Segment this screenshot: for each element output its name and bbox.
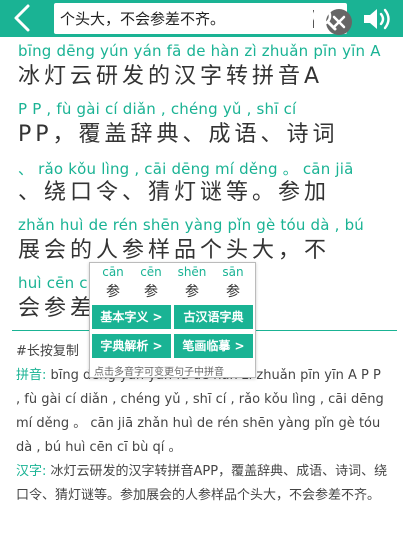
basic-meaning-button[interactable]: 基本字义 > [92, 305, 171, 329]
pinyin-line: bīng dēng yún yán fā de hàn zì zhuǎn pīn… [18, 42, 381, 60]
option-hanzi: 参 [106, 284, 120, 300]
dictionary-analysis-button[interactable]: 字典解析 > [92, 334, 171, 358]
option-hanzi: 参 [226, 284, 240, 300]
speaker-button[interactable] [360, 4, 396, 34]
search-box[interactable]: 个头大，不会参差不齐。 [54, 3, 352, 35]
hanzi-line[interactable]: 、绕口令、猜灯谜等。参加 [18, 176, 393, 216]
search-input[interactable]: 个头大，不会参差不齐。 [60, 8, 260, 29]
classical-dictionary-button[interactable]: 古汉语字典 [174, 305, 253, 329]
back-button[interactable] [8, 2, 38, 34]
pronunciation-options: cān 参 cēn 参 shēn 参 sān 参 [90, 265, 255, 301]
speaker-icon [364, 8, 390, 30]
top-bar: 个头大，不会参差不齐。 [0, 0, 403, 37]
polyphone-popup: cān 参 cēn 参 shēn 参 sān 参 基本字义 > 古汉语字典 字典… [89, 262, 256, 378]
pinyin-line: zhǎn huì de rén shēn yàng pǐn gè tóu dà … [18, 216, 365, 234]
popup-hint: 点击多音字可变更句子中拼音 [94, 367, 224, 378]
option-hanzi: 参 [185, 284, 199, 300]
search-icon [312, 6, 337, 31]
option-pinyin: shēn [177, 265, 207, 279]
pronunciation-option[interactable]: sān 参 [216, 265, 250, 301]
option-pinyin: cān [102, 265, 124, 279]
search-button[interactable] [310, 4, 338, 32]
hanzi-copy-text[interactable]: 冰灯云研发的汉字转拼音APP，覆盖辞典、成语、诗词、绕口令、猜灯谜等。参加展会的… [16, 464, 387, 503]
option-hanzi: 参 [144, 284, 158, 300]
pinyin-line: P P , fù gài cí diǎn , chéng yǔ , shī cí [18, 100, 297, 118]
hanzi-line[interactable]: 冰灯云研发的汉字转拼音A [18, 60, 393, 100]
pronunciation-option[interactable]: cān 参 [96, 265, 130, 301]
pinyin-label: 拼音: [16, 368, 47, 383]
hanzi-line[interactable]: PP，覆盖辞典、成语、诗词 [18, 118, 393, 158]
stroke-practice-button[interactable]: 笔画临摹 > [174, 334, 253, 358]
option-pinyin: sān [222, 265, 244, 279]
pinyin-copy-block[interactable]: 拼音: bīng dēng yún yán fā de hàn zì zhuǎn… [16, 364, 388, 460]
hanzi-copy-block[interactable]: 汉字: 冰灯云研发的汉字转拼音APP，覆盖辞典、成语、诗词、绕口令、猜灯谜等。参… [16, 460, 388, 508]
pinyin-copy-text[interactable]: bīng dēng yún yán fā de hàn zì zhuǎn pīn… [16, 368, 384, 455]
option-pinyin: cēn [140, 265, 162, 279]
pronunciation-option[interactable]: cēn 参 [134, 265, 168, 301]
back-arrow-icon [14, 4, 30, 32]
pinyin-line: 、 rǎo kǒu lìng , cāi dēng mí děng 。 cān … [18, 160, 354, 178]
hanzi-label: 汉字: [16, 464, 47, 479]
pronunciation-option[interactable]: shēn 参 [175, 265, 209, 301]
